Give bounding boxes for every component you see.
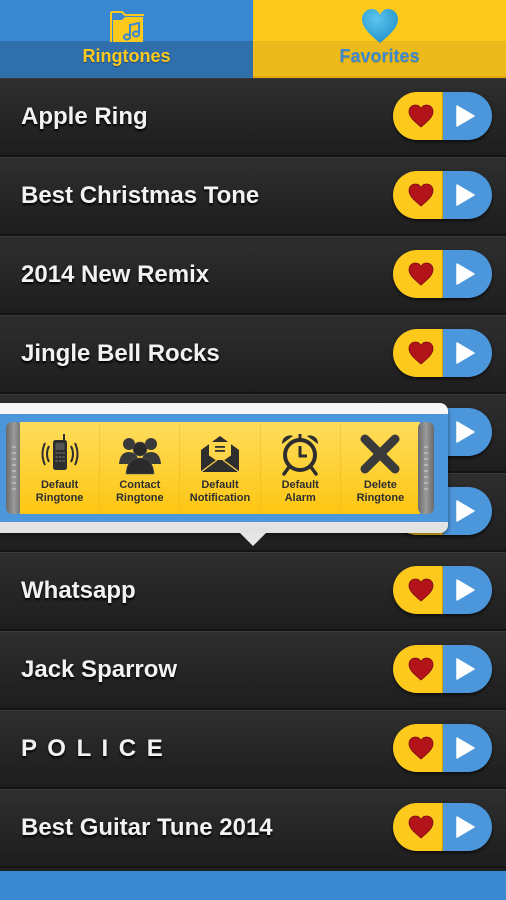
heart-icon bbox=[408, 657, 433, 681]
favorite-button[interactable] bbox=[393, 724, 443, 772]
ringtone-options-popup: Default Ringtone Contact Ringtone Defaul… bbox=[0, 403, 448, 533]
heart-icon bbox=[408, 341, 433, 365]
bottom-bar bbox=[0, 871, 506, 900]
tab-favorites-label: Favorites bbox=[339, 46, 420, 66]
ringtone-row[interactable]: Best Christmas Tone bbox=[0, 157, 506, 236]
favorite-button[interactable] bbox=[393, 250, 443, 298]
favorite-button[interactable] bbox=[393, 92, 443, 140]
row-action-pill bbox=[393, 250, 492, 298]
default-ringtone-label: Default Ringtone bbox=[35, 479, 84, 504]
ringtone-row[interactable]: Best Guitar Tune 2014 bbox=[0, 789, 506, 868]
heart-icon bbox=[408, 183, 433, 207]
row-action-pill bbox=[393, 92, 492, 140]
popup-right-handle bbox=[418, 422, 434, 514]
play-icon bbox=[455, 421, 475, 443]
ringtone-title: Apple Ring bbox=[21, 103, 148, 130]
heart-icon bbox=[408, 262, 433, 286]
favorite-button[interactable] bbox=[393, 171, 443, 219]
ringtone-title: Best Guitar Tune 2014 bbox=[21, 814, 273, 841]
play-button[interactable] bbox=[443, 803, 492, 851]
ringtone-row[interactable]: P O L I C E bbox=[0, 710, 506, 789]
play-button[interactable] bbox=[443, 566, 492, 614]
ringtone-title: Jack Sparrow bbox=[21, 656, 178, 683]
play-button[interactable] bbox=[443, 92, 492, 140]
default-notification-label: Default Notification bbox=[189, 479, 251, 504]
play-icon bbox=[455, 263, 475, 285]
music-folder-icon bbox=[108, 8, 146, 49]
play-button[interactable] bbox=[443, 408, 492, 456]
heart-icon bbox=[408, 104, 433, 128]
ringtone-title: Jingle Bell Rocks bbox=[21, 340, 220, 367]
envelope-icon bbox=[200, 436, 240, 473]
row-action-pill bbox=[393, 645, 492, 693]
default-ringtone-button[interactable]: Default Ringtone bbox=[20, 422, 101, 514]
default-notification-button[interactable]: Default Notification bbox=[180, 422, 261, 514]
default-alarm-button[interactable]: Default Alarm bbox=[261, 422, 341, 514]
play-button[interactable] bbox=[443, 171, 492, 219]
heart-icon bbox=[361, 8, 399, 49]
play-icon bbox=[455, 342, 475, 364]
favorite-button[interactable] bbox=[393, 566, 443, 614]
play-button[interactable] bbox=[443, 250, 492, 298]
row-action-pill bbox=[393, 329, 492, 377]
delete-x-icon bbox=[360, 434, 400, 474]
play-icon bbox=[455, 500, 475, 522]
favorite-button[interactable] bbox=[393, 803, 443, 851]
tab-ringtones-label: Ringtones bbox=[82, 46, 171, 66]
default-alarm-label: Default Alarm bbox=[281, 479, 319, 504]
ringtone-row[interactable]: Jingle Bell Rocks bbox=[0, 315, 506, 394]
heart-icon bbox=[408, 815, 433, 839]
play-icon bbox=[455, 737, 475, 759]
tab-favorites[interactable]: Favorites bbox=[253, 0, 506, 78]
play-icon bbox=[455, 579, 475, 601]
popup-pointer bbox=[240, 533, 266, 546]
tab-bar: Ringtones Favorites bbox=[0, 0, 506, 78]
row-action-pill bbox=[393, 803, 492, 851]
heart-icon bbox=[408, 736, 433, 760]
play-icon bbox=[455, 816, 475, 838]
row-action-pill bbox=[393, 724, 492, 772]
row-action-pill bbox=[393, 171, 492, 219]
heart-icon bbox=[408, 578, 433, 602]
contact-ringtone-button[interactable]: Contact Ringtone bbox=[100, 422, 181, 514]
ringing-phone-icon bbox=[41, 434, 79, 470]
alarm-clock-icon bbox=[282, 434, 319, 476]
ringtone-row[interactable]: Jack Sparrow bbox=[0, 631, 506, 710]
ringtone-title: Best Christmas Tone bbox=[21, 182, 260, 209]
delete-ringtone-label: Delete Ringtone bbox=[356, 479, 405, 504]
popup-action-tray: Default Ringtone Contact Ringtone Defaul… bbox=[20, 422, 420, 514]
favorite-button[interactable] bbox=[393, 645, 443, 693]
play-button[interactable] bbox=[443, 645, 492, 693]
ringtone-title: P O L I C E bbox=[21, 735, 165, 762]
row-action-pill bbox=[393, 566, 492, 614]
favorite-button[interactable] bbox=[393, 329, 443, 377]
ringtone-title: Whatsapp bbox=[21, 577, 136, 604]
play-button[interactable] bbox=[443, 724, 492, 772]
play-icon bbox=[455, 105, 475, 127]
ringtone-title: 2014 New Remix bbox=[21, 261, 210, 288]
play-icon bbox=[455, 658, 475, 680]
ringtone-row[interactable]: Apple Ring bbox=[0, 78, 506, 157]
play-button[interactable] bbox=[443, 487, 492, 535]
contacts-group-icon bbox=[118, 438, 161, 475]
tab-ringtones[interactable]: Ringtones bbox=[0, 0, 253, 78]
play-icon bbox=[455, 184, 475, 206]
ringtone-row[interactable]: 2014 New Remix bbox=[0, 236, 506, 315]
delete-ringtone-button[interactable]: Delete Ringtone bbox=[341, 422, 420, 514]
contact-ringtone-label: Contact Ringtone bbox=[115, 479, 164, 504]
ringtone-row[interactable]: Whatsapp bbox=[0, 552, 506, 631]
play-button[interactable] bbox=[443, 329, 492, 377]
